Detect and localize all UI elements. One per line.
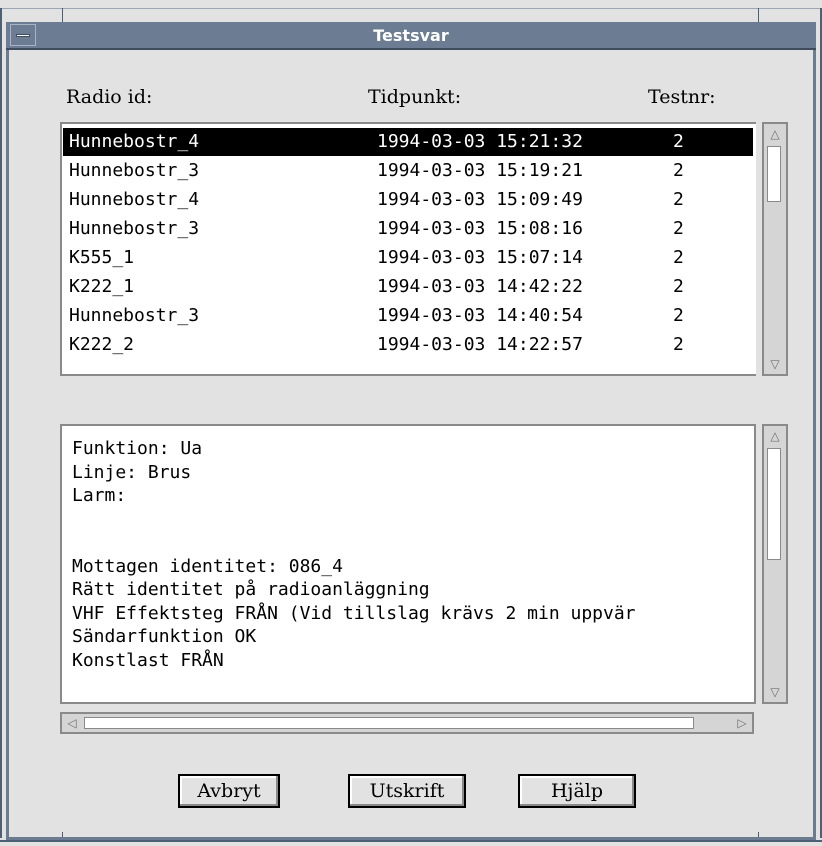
list-item[interactable]: Hunnebostr_3 1994-03-03 15:19:21 2: [65, 159, 751, 183]
scroll-right-arrow-icon[interactable]: ▷: [734, 715, 750, 731]
details-line: Larm:: [72, 485, 127, 506]
radio-id-cell: K555_1: [69, 247, 135, 268]
radio-id-cell: Hunnebostr_3: [69, 218, 200, 239]
radio-id-cell: Hunnebostr_3: [69, 305, 200, 326]
scroll-down-arrow-icon[interactable]: ▽: [767, 356, 783, 372]
radio-id-cell: Hunnebostr_4: [69, 131, 200, 152]
frame-edge-left[interactable]: [0, 8, 2, 838]
header-testnr: Testnr:: [648, 86, 716, 108]
list-item[interactable]: K555_1 1994-03-03 15:07:14 2: [65, 246, 751, 270]
list-item[interactable]: Hunnebostr_3 1994-03-03 14:40:54 2: [65, 304, 751, 328]
details-line: Sändarfunktion OK: [72, 626, 257, 647]
tidpunkt-cell: 1994-03-03 14:22:57: [377, 334, 583, 355]
header-tidpunkt: Tidpunkt:: [368, 86, 462, 108]
details-scroll-thumb[interactable]: [767, 448, 781, 560]
tidpunkt-cell: 1994-03-03 14:42:22: [377, 276, 583, 297]
cancel-button[interactable]: Avbryt: [178, 774, 280, 808]
details-line: VHF Effektsteg FRÅN (Vid tillslag krävs …: [72, 602, 636, 624]
radio-id-cell: Hunnebostr_3: [69, 160, 200, 181]
list-item[interactable]: Hunnebostr_4 1994-03-03 15:21:32 2: [63, 128, 753, 156]
window-menu-icon: [16, 33, 30, 37]
scroll-up-arrow-icon[interactable]: △: [767, 126, 783, 142]
frame-edge-bottom[interactable]: [0, 840, 822, 842]
testnr-cell: 2: [673, 218, 684, 239]
tidpunkt-cell: 1994-03-03 15:08:16: [377, 218, 583, 239]
radio-id-cell: Hunnebostr_4: [69, 189, 200, 210]
testnr-cell: 2: [673, 189, 684, 210]
window-title: Testsvar: [373, 25, 449, 45]
tidpunkt-cell: 1994-03-03 15:19:21: [377, 160, 583, 181]
details-horizontal-scrollbar[interactable]: ◁ ▷: [60, 712, 754, 734]
header-radio-id: Radio id:: [66, 86, 153, 108]
tidpunkt-cell: 1994-03-03 15:09:49: [377, 189, 583, 210]
scroll-up-arrow-icon[interactable]: △: [767, 428, 783, 444]
list-item[interactable]: Hunnebostr_4 1994-03-03 15:09:49 2: [65, 188, 751, 212]
help-button[interactable]: Hjälp: [518, 774, 636, 808]
details-line: Rätt identitet på radioanläggning: [72, 579, 430, 600]
list-item[interactable]: K222_1 1994-03-03 14:42:22 2: [65, 275, 751, 299]
details-line: Mottagen identitet: 086_4: [72, 555, 343, 577]
scroll-left-arrow-icon[interactable]: ◁: [64, 715, 80, 731]
list-item[interactable]: Hunnebostr_3 1994-03-03 15:08:16 2: [65, 217, 751, 241]
details-line: Konstlast FRÅN: [72, 649, 224, 671]
title-bar[interactable]: Testsvar: [6, 22, 816, 50]
testnr-cell: 2: [673, 334, 684, 355]
details-line: Linje: Brus: [72, 461, 192, 483]
list-scroll-thumb[interactable]: [767, 146, 781, 202]
testnr-cell: 2: [673, 247, 684, 268]
print-button[interactable]: Utskrift: [348, 774, 466, 808]
testnr-cell: 2: [673, 160, 684, 181]
testnr-cell: 2: [673, 131, 684, 152]
testnr-cell: 2: [673, 276, 684, 297]
details-line: Funktion: Ua: [72, 438, 203, 459]
details-vertical-scrollbar[interactable]: △ ▽: [762, 424, 788, 704]
frame-corner-mark: [758, 8, 759, 22]
radio-id-cell: K222_1: [69, 276, 135, 297]
window-menu-button[interactable]: [10, 24, 36, 46]
tidpunkt-cell: 1994-03-03 14:40:54: [377, 305, 583, 326]
test-details-text[interactable]: Funktion: Ua Linje: Brus Larm: Mottagen ide…: [60, 424, 756, 704]
list-vertical-scrollbar[interactable]: △ ▽: [762, 122, 788, 376]
tidpunkt-cell: 1994-03-03 15:21:32: [377, 131, 583, 152]
frame-edge: [0, 8, 822, 9]
list-item[interactable]: K222_2 1994-03-03 14:22:57 2: [65, 333, 751, 357]
details-hscroll-thumb[interactable]: [84, 717, 694, 729]
test-results-list[interactable]: Hunnebostr_4 1994-03-03 15:21:32 2 Hunnebos…: [60, 122, 756, 376]
testnr-cell: 2: [673, 305, 684, 326]
radio-id-cell: K222_2: [69, 334, 135, 355]
scroll-down-arrow-icon[interactable]: ▽: [767, 684, 783, 700]
tidpunkt-cell: 1994-03-03 15:07:14: [377, 247, 583, 268]
frame-corner-mark: [62, 8, 63, 22]
